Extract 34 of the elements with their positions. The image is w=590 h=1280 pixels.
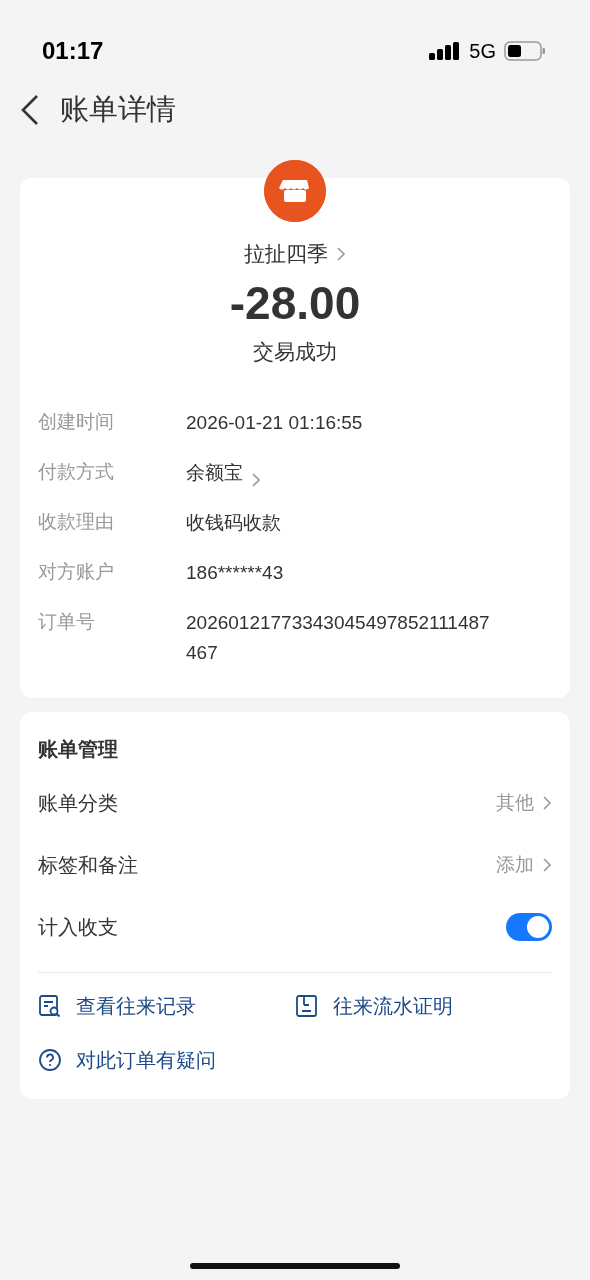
amount: -28.00 (229, 277, 361, 329)
chevron-icon (336, 245, 346, 262)
chevron-icon (251, 471, 261, 488)
action-link[interactable]: 查看往来记录 (38, 991, 295, 1022)
setting-label: 账单分类 (38, 791, 118, 817)
merchant-link[interactable]: 拉扯四季 (244, 238, 346, 270)
detail-value: 186******43 (186, 560, 284, 585)
chevron-icon (542, 795, 552, 812)
network-label: 5G (469, 39, 496, 64)
setting-label: 标签和备注 (38, 853, 138, 879)
detail-value: 收钱码收款 (186, 510, 281, 535)
detail-label: 订单号 (38, 609, 96, 634)
toggle-switch[interactable] (506, 913, 552, 942)
detail-value: 20260121773343045497852111487467 (186, 610, 491, 665)
transaction-status: 交易成功 (253, 339, 337, 366)
document-search-icon (38, 994, 62, 1019)
chevron-icon (542, 857, 552, 874)
back-icon[interactable] (20, 94, 40, 126)
action-link[interactable]: 对此订单有疑问 (38, 1045, 295, 1076)
status-time: 01:17 (42, 36, 104, 66)
help-icon (38, 1048, 62, 1073)
detail-label: 付款方式 (38, 459, 115, 484)
action-link[interactable]: 往来流水证明 (295, 991, 552, 1022)
detail-label: 创建时间 (38, 409, 115, 434)
detail-link[interactable]: 余额宝 (186, 457, 261, 508)
section-title: 账单管理 (38, 737, 119, 763)
setting-label: 计入收支 (38, 915, 118, 941)
signal-icon (429, 42, 462, 60)
detail-label: 收款理由 (38, 509, 115, 534)
detail-value: 2026-01-21 01:16:55 (186, 410, 363, 435)
battery-icon (504, 41, 546, 61)
document-icon (295, 994, 319, 1019)
page-title: 账单详情 (60, 92, 176, 128)
detail-label: 对方账户 (38, 559, 115, 584)
